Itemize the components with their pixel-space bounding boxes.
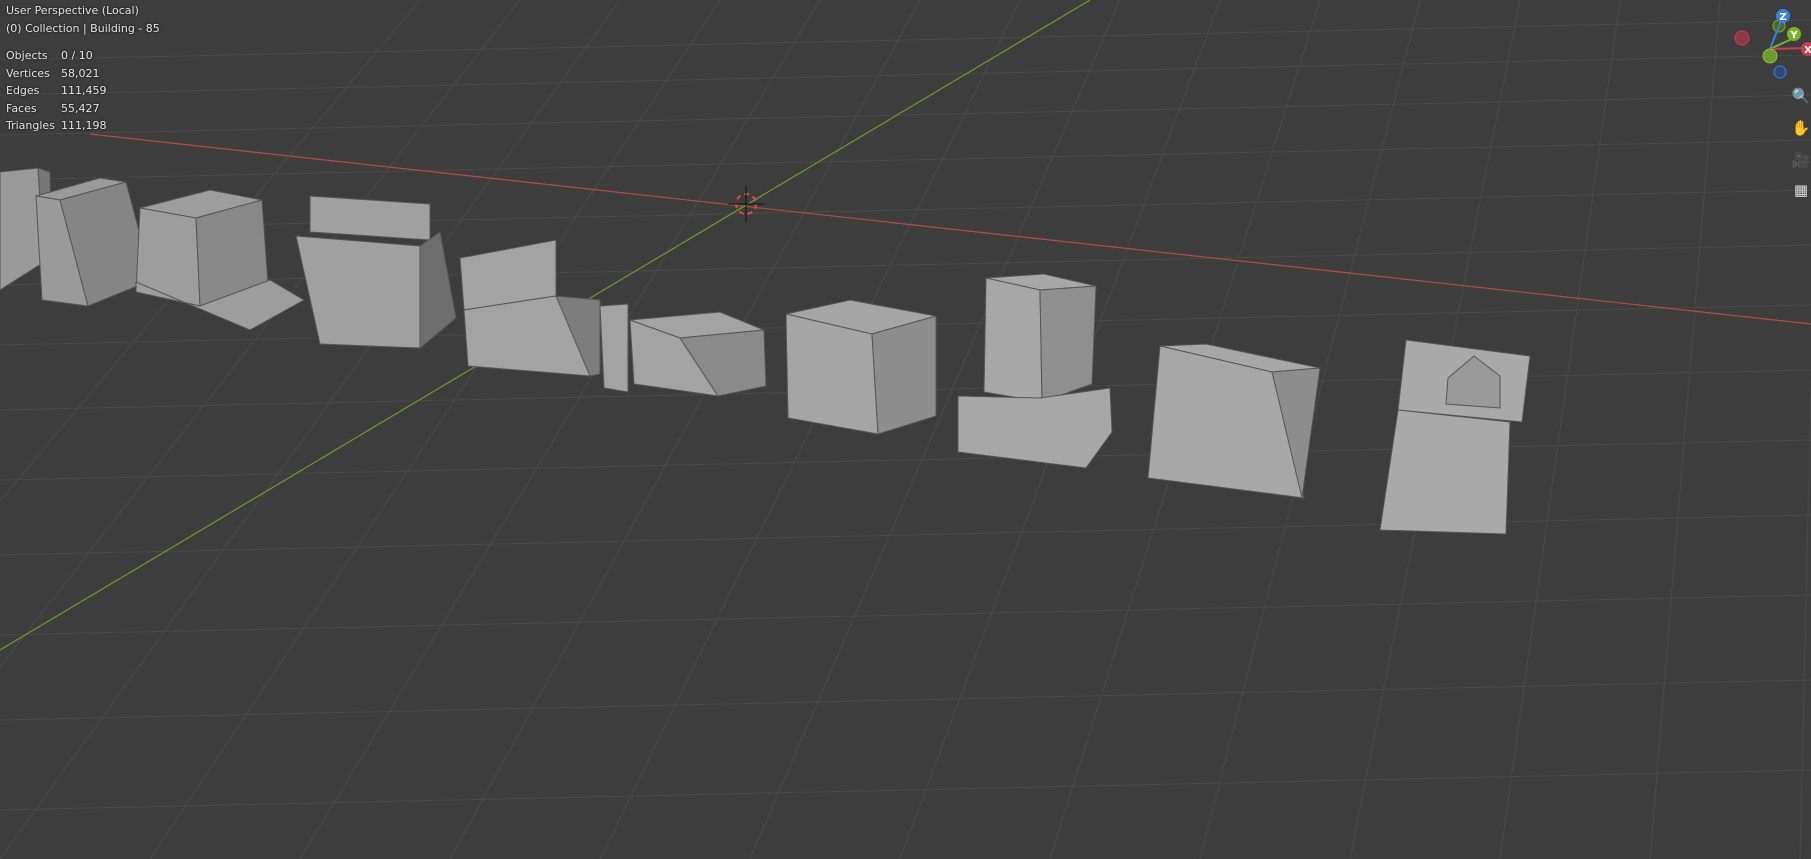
svg-text:Z: Z xyxy=(1779,12,1786,23)
stat-row-vertices: Vertices 58,021 xyxy=(6,66,100,80)
grid-perspective-icon[interactable]: ▦ xyxy=(1791,180,1811,200)
navigation-gizmo[interactable]: Z Y X xyxy=(1730,4,1811,84)
neg-y-center-dot[interactable] xyxy=(1762,48,1778,64)
building-10[interactable] xyxy=(1379,339,1531,535)
stat-row-objects: Objects 0 / 10 xyxy=(6,49,93,62)
building-7[interactable] xyxy=(785,299,937,435)
stat-row-edges: Edges 111,459 xyxy=(6,84,107,97)
y-axis-handle[interactable]: Y xyxy=(1787,27,1801,41)
svg-text:Y: Y xyxy=(1789,30,1798,41)
stat-row-faces: Faces 55,427 xyxy=(6,101,100,115)
zoom-icon[interactable]: 🔍 xyxy=(1791,86,1811,106)
x-axis-handle[interactable]: X xyxy=(1801,42,1811,56)
camera-icon[interactable]: 🎥 xyxy=(1791,150,1811,170)
viewport-info-overlay: User Perspective (Local) (0) Collection … xyxy=(6,2,160,135)
z-axis-handle[interactable]: Z xyxy=(1776,9,1790,23)
svg-text:X: X xyxy=(1804,45,1811,56)
stats-panel: Objects 0 / 10 Vertices 58,021 Edges 111,45… xyxy=(6,47,160,135)
stat-row-triangles: Triangles 111,198 xyxy=(6,119,107,132)
context-label: (0) Collection | Building - 85 xyxy=(6,21,160,35)
view-name: User Perspective (Local) xyxy=(6,4,139,17)
neg-z-axis-dot[interactable] xyxy=(1773,65,1787,79)
building-9[interactable] xyxy=(1147,343,1321,499)
neg-x-axis-dot[interactable] xyxy=(1734,30,1750,46)
3d-viewport[interactable] xyxy=(0,0,1811,859)
hand-pan-icon[interactable]: ✋ xyxy=(1791,118,1811,138)
